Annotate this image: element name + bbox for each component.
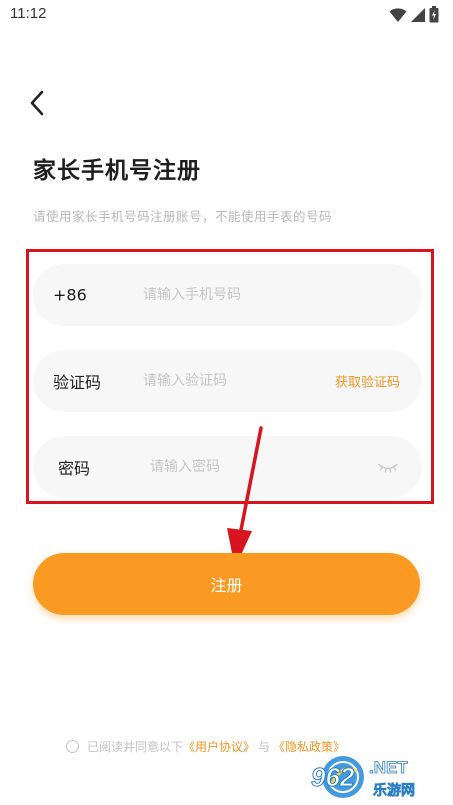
status-icons (389, 6, 439, 23)
watermark-suffix: .NET (369, 758, 408, 777)
agreement-checkbox[interactable] (66, 740, 79, 753)
agreement-row: 已阅读并同意以下 《用户协议》 与 《隐私政策》 (66, 738, 345, 755)
back-button[interactable] (22, 86, 52, 120)
highlight-box (26, 249, 434, 504)
page-title: 家长手机号注册 (33, 158, 201, 184)
watermark-sub: 乐游网 (373, 782, 415, 799)
status-time: 11:12 (10, 5, 47, 22)
watermark-main: 962 (311, 762, 355, 792)
battery-icon (429, 6, 439, 23)
user-agreement-link[interactable]: 《用户协议》 (183, 738, 255, 755)
signal-icon (411, 7, 425, 22)
register-button[interactable]: 注册 (33, 553, 420, 615)
back-arrow-icon (30, 90, 44, 116)
watermark-logo: 962 .NET 乐游网 (311, 756, 415, 799)
agreement-prefix: 已阅读并同意以下 (87, 740, 184, 754)
page-subtitle: 请使用家长手机号码注册账号，不能使用手表的号码 (33, 209, 333, 224)
wifi-icon (389, 7, 407, 22)
status-bar: 11:12 (0, 0, 453, 30)
agreement-and: 与 (258, 740, 271, 754)
